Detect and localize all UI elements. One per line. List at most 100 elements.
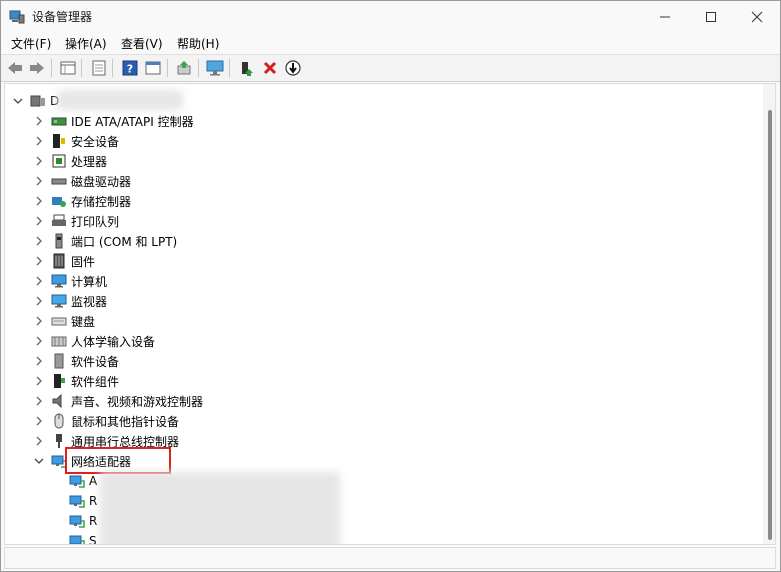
tree-category-row[interactable]: 声音、视频和游戏控制器	[33, 391, 203, 411]
toolbar-divider	[198, 59, 199, 77]
tree-category-label: 监视器	[71, 294, 108, 309]
chevron-down-icon[interactable]	[12, 95, 24, 107]
device-manager-window: 设备管理器 文件(F) 操作(A) 查看(V) 帮助(H) ? D IDE AT…	[0, 0, 781, 572]
chevron-down-icon[interactable]	[33, 455, 45, 467]
title-bar: 设备管理器	[1, 1, 780, 32]
tree-category-row[interactable]: 软件组件	[33, 371, 119, 391]
tree-category-row[interactable]: 处理器	[33, 151, 107, 171]
properties-icon	[92, 60, 106, 76]
network-adapter-icon	[69, 513, 85, 529]
chevron-right-icon[interactable]	[33, 335, 45, 347]
scan-hardware-button[interactable]	[206, 59, 224, 77]
software-device-icon	[51, 353, 67, 369]
back-button[interactable]	[6, 59, 24, 77]
tree-category-label: IDE ATA/ATAPI 控制器	[71, 114, 194, 129]
chevron-right-icon[interactable]	[33, 195, 45, 207]
chevron-right-icon[interactable]	[33, 115, 45, 127]
uninstall-device-button[interactable]	[261, 59, 279, 77]
forward-button[interactable]	[28, 59, 46, 77]
audio-icon	[51, 393, 67, 409]
network-adapter-item[interactable]: R	[63, 491, 97, 511]
status-bar	[4, 547, 776, 569]
help-button[interactable]: ?	[121, 59, 139, 77]
chevron-right-icon[interactable]	[33, 175, 45, 187]
tree-category-row[interactable]: 键盘	[33, 311, 95, 331]
chevron-right-icon[interactable]	[33, 255, 45, 267]
storage-controller-icon	[51, 193, 67, 209]
window-title: 设备管理器	[32, 10, 93, 24]
computer-icon	[51, 273, 67, 289]
tree-category-label: 固件	[71, 254, 96, 269]
chevron-right-icon[interactable]	[33, 415, 45, 427]
blurred-region	[57, 90, 183, 110]
network-adapter-item[interactable]: A	[63, 471, 97, 491]
chevron-right-icon[interactable]	[33, 155, 45, 167]
menu-view[interactable]: 查看(V)	[121, 35, 163, 52]
maximize-button[interactable]	[688, 1, 734, 32]
chevron-right-icon[interactable]	[33, 215, 45, 227]
tree-category-label: 存储控制器	[71, 194, 132, 209]
tree-category-label: 计算机	[71, 274, 108, 289]
minimize-button[interactable]	[642, 1, 688, 32]
toolbar-divider	[167, 59, 168, 77]
menu-action[interactable]: 操作(A)	[65, 35, 107, 52]
chevron-right-icon[interactable]	[33, 355, 45, 367]
chevron-right-icon[interactable]	[33, 315, 45, 327]
svg-text:?: ?	[127, 63, 133, 76]
tree-category-row[interactable]: 打印队列	[33, 211, 119, 231]
disable-device-button[interactable]	[284, 59, 302, 77]
tree-category-label: 打印队列	[71, 214, 120, 229]
menu-file[interactable]: 文件(F)	[11, 35, 51, 52]
network-adapter-item[interactable]: S	[63, 531, 97, 544]
tree-category-label: 鼠标和其他指针设备	[71, 414, 180, 429]
enable-device-button[interactable]	[238, 59, 256, 77]
scrollbar-thumb[interactable]	[768, 110, 772, 540]
tree-category-row[interactable]: 计算机	[33, 271, 107, 291]
tree-category-row[interactable]: 端口 (COM 和 LPT)	[33, 231, 177, 251]
properties-button[interactable]	[90, 59, 108, 77]
chevron-right-icon[interactable]	[33, 135, 45, 147]
port-icon	[51, 233, 67, 249]
tree-category-row[interactable]: 磁盘驱动器	[33, 171, 131, 191]
toolbar-divider	[51, 59, 52, 77]
chevron-right-icon[interactable]	[33, 235, 45, 247]
chevron-right-icon[interactable]	[33, 295, 45, 307]
tree-category-row[interactable]: 监视器	[33, 291, 107, 311]
tree-root-row[interactable]: D	[12, 91, 59, 111]
tree-category-row[interactable]: 存储控制器	[33, 191, 131, 211]
update-driver-button[interactable]	[175, 59, 193, 77]
help-icon: ?	[122, 60, 138, 76]
software-component-icon	[51, 373, 67, 389]
highlight-box	[65, 447, 171, 474]
tree-category-row[interactable]: 鼠标和其他指针设备	[33, 411, 179, 431]
action-view-button[interactable]	[144, 59, 162, 77]
tree-category-label: 键盘	[71, 314, 96, 329]
processor-icon	[51, 153, 67, 169]
chevron-right-icon[interactable]	[33, 435, 45, 447]
network-adapter-item[interactable]: R	[63, 511, 97, 531]
update-driver-icon	[177, 61, 191, 75]
monitor-icon	[51, 293, 67, 309]
network-adapter-label: R	[89, 494, 98, 508]
tree-category-row[interactable]: 安全设备	[33, 131, 119, 151]
chevron-right-icon[interactable]	[33, 375, 45, 387]
tree-category-label: 人体学输入设备	[71, 334, 156, 349]
vertical-scrollbar[interactable]	[763, 84, 775, 544]
toolbar-divider	[229, 59, 230, 77]
chevron-right-icon[interactable]	[33, 395, 45, 407]
tree-category-label: 声音、视频和游戏控制器	[71, 394, 204, 409]
toolbar-divider	[81, 59, 82, 77]
mouse-icon	[51, 413, 67, 429]
chevron-right-icon[interactable]	[33, 275, 45, 287]
tree-category-row[interactable]: 软件设备	[33, 351, 119, 371]
tree-category-row[interactable]: 固件	[33, 251, 95, 271]
forward-arrow-icon	[30, 62, 44, 74]
blurred-region	[100, 472, 340, 544]
network-adapter-icon	[69, 493, 85, 509]
ide-controller-icon	[51, 113, 67, 129]
tree-category-row[interactable]: 人体学输入设备	[33, 331, 155, 351]
tree-category-row[interactable]: IDE ATA/ATAPI 控制器	[33, 111, 194, 131]
menu-help[interactable]: 帮助(H)	[177, 35, 219, 52]
show-hide-tree-button[interactable]	[59, 59, 77, 77]
close-button[interactable]	[734, 1, 780, 32]
